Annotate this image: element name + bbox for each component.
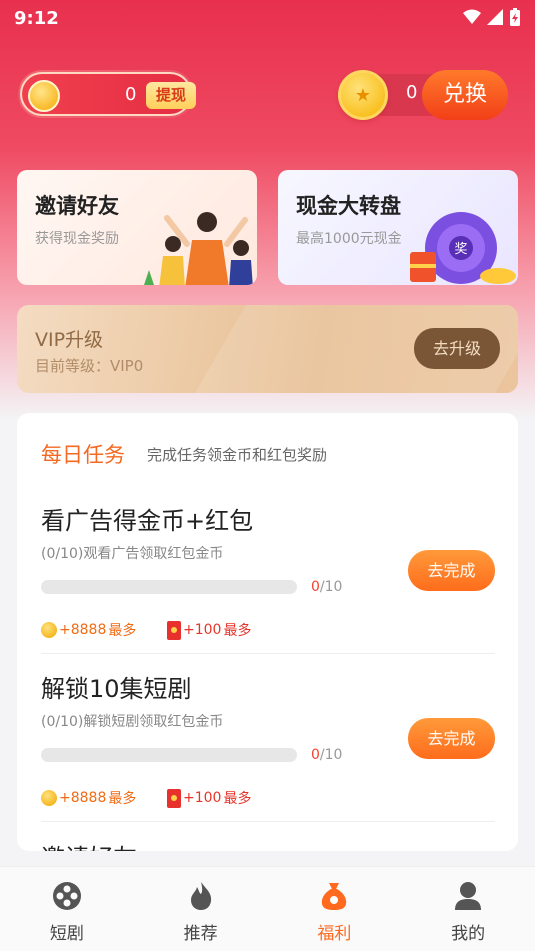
task-description: (0/10)解锁短剧领取红包金币 xyxy=(41,714,224,730)
tab-label: 推荐 xyxy=(183,924,218,944)
coin-balance: 0 ★ 兑换 xyxy=(338,70,508,120)
coin-reward-suffix: 最多 xyxy=(108,623,137,639)
coin-reward: +8888 最多 xyxy=(41,788,136,808)
promo-subtitle: 获得现金奖励 xyxy=(35,231,119,247)
tab-mine[interactable]: 我的 xyxy=(401,867,535,951)
red-packet-reward: +100 最多 xyxy=(167,620,251,640)
cheering-people-illustration xyxy=(144,212,253,285)
complete-task-button[interactable]: 去完成 xyxy=(408,550,495,591)
divider xyxy=(41,653,495,654)
vip-title: VIP升级 xyxy=(35,329,104,351)
signal-icon xyxy=(487,9,503,25)
cash-value: 0 xyxy=(125,84,137,105)
promo-subtitle: 最高1000元现金 xyxy=(296,231,402,247)
status-bar: 9:12 xyxy=(0,0,535,40)
cash-wheel-card[interactable]: 现金大转盘 最高1000元现金 奖 xyxy=(278,170,518,285)
invite-friends-card[interactable]: 邀请好友 获得现金奖励 xyxy=(17,170,257,285)
tab-label: 福利 xyxy=(317,924,352,944)
red-packet-icon xyxy=(167,788,181,808)
coin-icon xyxy=(41,790,57,806)
progress-total: /10 xyxy=(319,747,343,763)
battery-icon xyxy=(510,8,520,26)
promo-title: 现金大转盘 xyxy=(296,194,401,218)
daily-tasks-subtitle: 完成任务领金币和红包奖励 xyxy=(147,446,328,464)
tab-welfare[interactable]: 福利 xyxy=(268,867,402,951)
exchange-button[interactable]: 兑换 xyxy=(422,70,508,120)
coin-reward: +8888 最多 xyxy=(41,620,136,640)
coin-reward-suffix: 最多 xyxy=(108,791,137,807)
task-description: (0/10)观看广告领取红包金币 xyxy=(41,546,224,562)
task-name: 解锁10集短剧 xyxy=(41,675,192,703)
wifi-icon xyxy=(463,9,481,24)
tab-label: 我的 xyxy=(451,924,486,944)
status-icons xyxy=(463,8,521,26)
task-unlock-episodes: 解锁10集短剧 (0/10)解锁短剧领取红包金币 0/10 去完成 +8888 最… xyxy=(17,663,518,831)
tab-label: 短剧 xyxy=(49,924,84,944)
coin-icon xyxy=(41,622,57,638)
gold-coin-icon: ★ xyxy=(338,70,388,120)
red-reward-suffix: 最多 xyxy=(223,623,252,639)
vip-upgrade-card[interactable]: VIP升级 目前等级：VIP0 去升级 xyxy=(17,305,518,393)
status-time: 9:12 xyxy=(14,8,59,29)
divider xyxy=(41,821,495,822)
task-progress-bar xyxy=(41,748,297,762)
coin-reward-amount: +8888 xyxy=(59,622,107,638)
red-packet-icon xyxy=(167,620,181,640)
flame-icon xyxy=(190,882,211,910)
tab-recommend[interactable]: 推荐 xyxy=(134,867,268,951)
tab-short-drama[interactable]: 短剧 xyxy=(0,867,134,951)
red-reward-suffix: 最多 xyxy=(223,791,252,807)
vip-current-level: 目前等级：VIP0 xyxy=(35,357,144,375)
task-watch-ads: 看广告得金币+红包 (0/10)观看广告领取红包金币 0/10 去完成 +888… xyxy=(17,495,518,663)
red-reward-amount: +100 xyxy=(183,790,222,806)
task-name: 看广告得金币+红包 xyxy=(41,507,254,535)
prize-wheel-illustration: 奖 xyxy=(410,212,516,284)
red-reward-amount: +100 xyxy=(183,622,222,638)
upgrade-button[interactable]: 去升级 xyxy=(414,328,500,369)
progress-current: 0 xyxy=(311,747,320,763)
complete-task-button[interactable]: 去完成 xyxy=(408,718,495,759)
withdraw-button[interactable]: 提现 xyxy=(146,82,196,109)
bottom-tab-bar: 短剧 推荐 福利 我的 xyxy=(0,866,535,951)
money-bag-icon xyxy=(322,883,347,910)
daily-tasks-title: 每日任务 xyxy=(41,443,125,467)
daily-tasks-panel: 每日任务 完成任务领金币和红包奖励 看广告得金币+红包 (0/10)观看广告领取… xyxy=(17,413,518,851)
progress-total: /10 xyxy=(319,579,343,595)
cash-balance: 0 提现 xyxy=(18,70,196,118)
cash-coin-icon xyxy=(28,80,60,112)
film-reel-icon xyxy=(52,882,81,910)
task-name: 邀请好友 xyxy=(41,838,137,851)
red-packet-reward: +100 最多 xyxy=(167,788,251,808)
person-icon xyxy=(455,882,482,910)
progress-current: 0 xyxy=(311,579,320,595)
task-progress-text: 0/10 xyxy=(311,747,342,763)
task-progress-text: 0/10 xyxy=(311,579,342,595)
promo-title: 邀请好友 xyxy=(35,194,119,218)
svg-text:奖: 奖 xyxy=(454,242,467,257)
coin-reward-amount: +8888 xyxy=(59,790,107,806)
coin-value: 0 xyxy=(406,82,418,103)
task-progress-bar xyxy=(41,580,297,594)
